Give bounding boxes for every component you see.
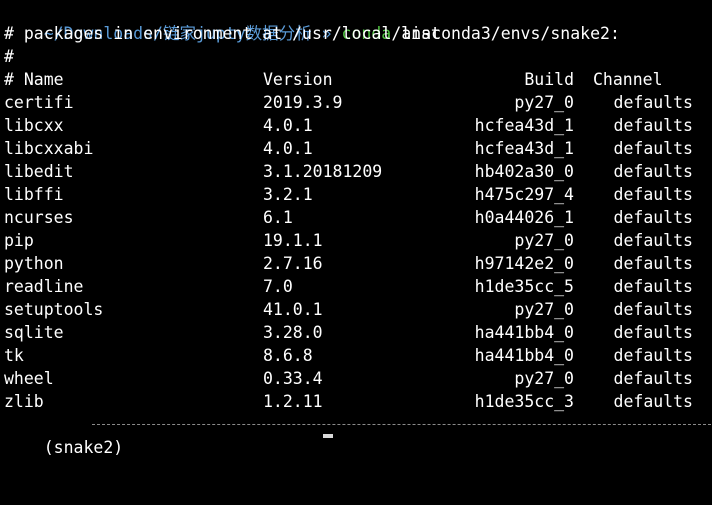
package-build: hcfea43d_1	[474, 116, 574, 135]
package-channel: defaults	[613, 254, 693, 273]
table-row: sqlite 3.28.0 ha441bb4_0 defaults	[4, 321, 704, 344]
package-name: readline	[4, 277, 84, 296]
package-build: ha441bb4_0	[474, 346, 574, 365]
package-channel: defaults	[613, 346, 693, 365]
package-version: 2.7.16	[263, 254, 323, 273]
package-name: wheel	[4, 369, 54, 388]
table-row: python 2.7.16 h97142e2_0 defaults	[4, 252, 704, 275]
package-channel: defaults	[613, 277, 693, 296]
prompt-line: ~/Downloads/链家jupty数据分析 » conda list	[4, 0, 441, 43]
table-row: wheel 0.33.4 py27_0 defaults	[4, 367, 704, 390]
package-version: 7.0	[263, 277, 293, 296]
package-build: h1de35cc_3	[474, 392, 574, 411]
environment-comment: # packages in environment at /usr/local/…	[4, 24, 620, 43]
package-name: sqlite	[4, 323, 64, 342]
package-channel: defaults	[613, 231, 693, 250]
package-channel: defaults	[613, 185, 693, 204]
package-name: tk	[4, 346, 24, 365]
table-row: readline 7.0 h1de35cc_5 defaults	[4, 275, 704, 298]
table-row: setuptools 41.0.1 py27_0 defaults	[4, 298, 704, 321]
header-channel: Channel	[593, 70, 663, 89]
package-version: 3.2.1	[263, 185, 313, 204]
package-channel: defaults	[613, 392, 693, 411]
package-build: h475c297_4	[474, 185, 574, 204]
table-row: zlib 1.2.11 h1de35cc_3 defaults	[4, 390, 704, 413]
package-build: h1de35cc_5	[474, 277, 574, 296]
package-version: 3.28.0	[263, 323, 323, 342]
package-channel: defaults	[613, 162, 693, 181]
package-name: pip	[4, 231, 34, 250]
header-version: Version	[263, 70, 333, 89]
env-prompt-line: (snake2)	[4, 413, 712, 457]
package-version: 0.33.4	[263, 369, 323, 388]
package-version: 8.6.8	[263, 346, 313, 365]
package-build: h97142e2_0	[474, 254, 574, 273]
package-name: libffi	[4, 185, 64, 204]
package-version: 4.0.1	[263, 116, 313, 135]
text-cursor	[323, 434, 333, 438]
package-version: 6.1	[263, 208, 293, 227]
env-prompt: (snake2)	[43, 438, 124, 457]
terminal-window[interactable]: ~/Downloads/链家jupty数据分析 » conda list # p…	[0, 0, 712, 457]
package-build: hcfea43d_1	[474, 139, 574, 158]
package-version: 3.1.20181209	[263, 162, 383, 181]
package-version: 4.0.1	[263, 139, 313, 158]
table-row: certifi 2019.3.9 py27_0 defaults	[4, 91, 704, 114]
table-header: # Name Version Build Channel	[4, 68, 704, 91]
package-version: 19.1.1	[263, 231, 323, 250]
package-channel: defaults	[613, 116, 693, 135]
header-build: Build	[524, 70, 574, 89]
package-name: ncurses	[4, 208, 74, 227]
package-name: python	[4, 254, 64, 273]
package-version: 1.2.11	[263, 392, 323, 411]
package-channel: defaults	[613, 208, 693, 227]
package-build: hb402a30_0	[474, 162, 574, 181]
table-row: libcxxabi 4.0.1 hcfea43d_1 defaults	[4, 137, 704, 160]
package-channel: defaults	[613, 93, 693, 112]
package-name: libcxx	[4, 116, 64, 135]
table-row: pip 19.1.1 py27_0 defaults	[4, 229, 704, 252]
package-build: py27_0	[514, 93, 574, 112]
table-row: tk 8.6.8 ha441bb4_0 defaults	[4, 344, 704, 367]
prompt-separator	[92, 424, 712, 425]
package-channel: defaults	[613, 139, 693, 158]
package-name: zlib	[4, 392, 44, 411]
package-channel: defaults	[613, 369, 693, 388]
package-build: py27_0	[514, 300, 574, 319]
header-name: # Name	[4, 70, 64, 89]
package-build: py27_0	[514, 369, 574, 388]
package-name: setuptools	[4, 300, 104, 319]
table-row: libcxx 4.0.1 hcfea43d_1 defaults	[4, 114, 704, 137]
package-channel: defaults	[613, 300, 693, 319]
package-build: py27_0	[514, 231, 574, 250]
table-row: ncurses 6.1 h0a44026_1 defaults	[4, 206, 704, 229]
table-row: libffi 3.2.1 h475c297_4 defaults	[4, 183, 704, 206]
hash-line: #	[4, 47, 14, 66]
package-build: h0a44026_1	[474, 208, 574, 227]
package-version: 2019.3.9	[263, 93, 343, 112]
package-name: certifi	[4, 93, 74, 112]
package-version: 41.0.1	[263, 300, 323, 319]
package-name: libcxxabi	[4, 139, 94, 158]
package-build: ha441bb4_0	[474, 323, 574, 342]
package-channel: defaults	[613, 323, 693, 342]
package-name: libedit	[4, 162, 74, 181]
table-row: libedit 3.1.20181209 hb402a30_0 defaults	[4, 160, 704, 183]
